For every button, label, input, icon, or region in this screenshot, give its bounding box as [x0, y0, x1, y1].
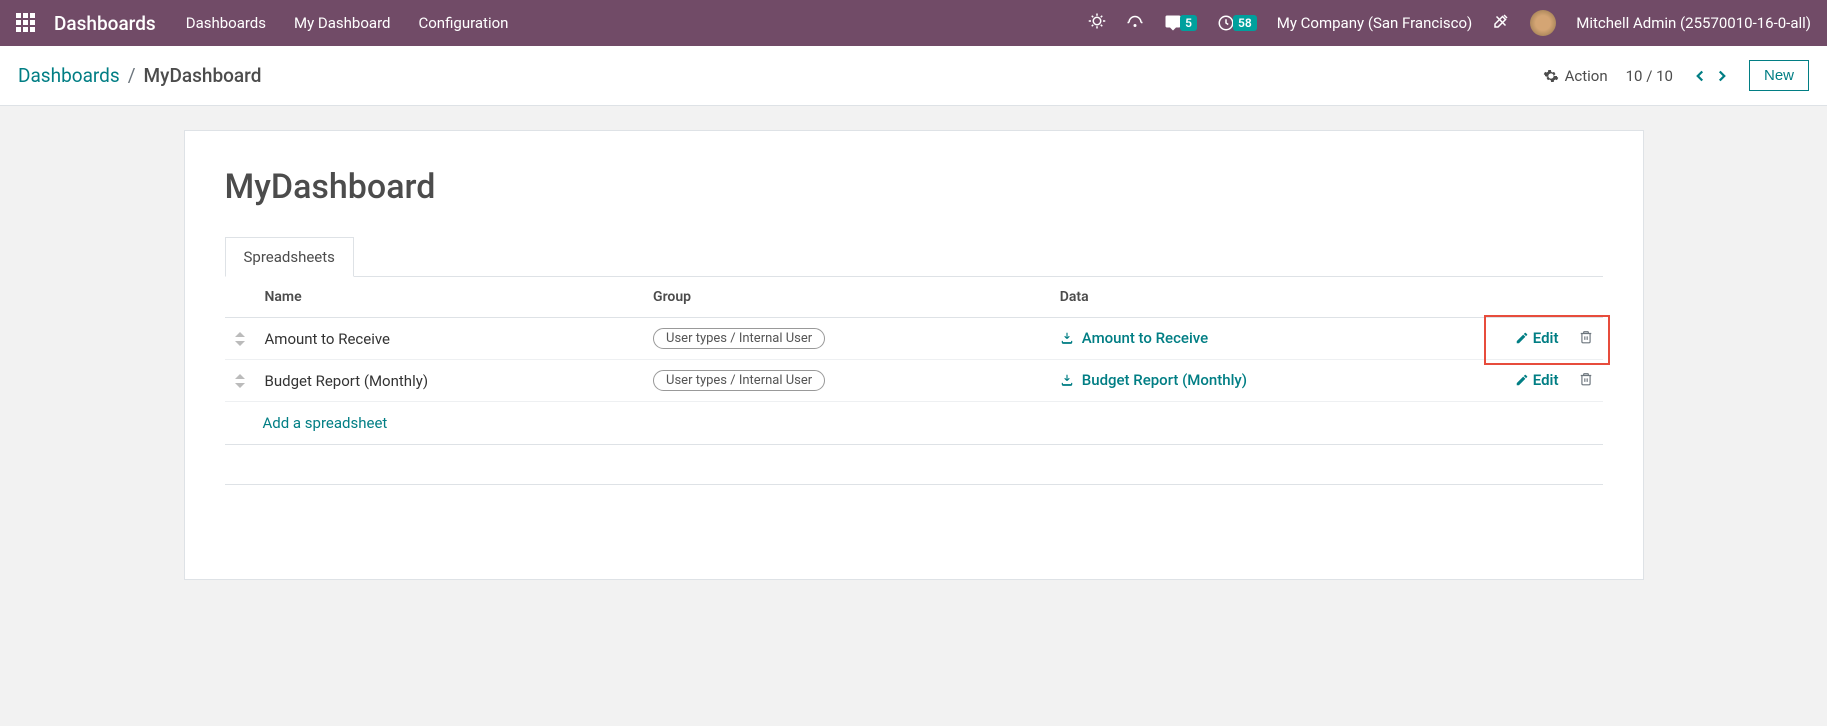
nav-link-configuration[interactable]: Configuration — [418, 14, 508, 32]
chevron-left-icon[interactable] — [1691, 67, 1709, 85]
cell-delete — [1569, 318, 1603, 360]
delete-button[interactable] — [1579, 330, 1593, 348]
new-button[interactable]: New — [1749, 60, 1809, 91]
nav-link-dashboards[interactable]: Dashboards — [186, 14, 266, 32]
support-icon[interactable] — [1126, 12, 1144, 34]
messages-button[interactable]: 5 — [1164, 14, 1197, 32]
control-panel: Dashboards / MyDashboard Action 10 / 10 … — [0, 46, 1827, 106]
cell-data: Budget Report (Monthly) — [1050, 360, 1489, 402]
sheet-background: MyDashboard Spreadsheets Name Group Data — [0, 106, 1827, 726]
data-download-link[interactable]: Budget Report (Monthly) — [1060, 371, 1247, 389]
edit-button[interactable]: Edit — [1515, 329, 1559, 347]
pager[interactable]: 10 / 10 — [1626, 67, 1673, 85]
cell-edit: Edit — [1489, 360, 1569, 402]
chevron-right-icon[interactable] — [1713, 67, 1731, 85]
activities-button[interactable]: 58 — [1217, 14, 1257, 32]
cell-name: Budget Report (Monthly) — [255, 360, 644, 402]
spacer-row — [225, 445, 1603, 485]
avatar[interactable] — [1530, 10, 1556, 36]
add-spreadsheet-link[interactable]: Add a spreadsheet — [225, 402, 1603, 444]
breadcrumb-root[interactable]: Dashboards — [18, 64, 120, 87]
pencil-icon — [1515, 373, 1529, 387]
col-name: Name — [255, 277, 644, 318]
col-edit — [1489, 277, 1569, 318]
download-icon — [1060, 373, 1074, 387]
add-row: Add a spreadsheet — [225, 402, 1603, 445]
cell-group: User types / Internal User — [643, 318, 1050, 360]
action-label: Action — [1565, 67, 1608, 85]
cell-data: Amount to Receive — [1050, 318, 1489, 360]
data-label: Budget Report (Monthly) — [1082, 371, 1247, 389]
spacer-row — [225, 485, 1603, 539]
table-row[interactable]: Amount to Receive User types / Internal … — [225, 318, 1603, 360]
data-download-link[interactable]: Amount to Receive — [1060, 329, 1208, 347]
drag-handle[interactable] — [225, 318, 255, 360]
apps-icon[interactable] — [16, 13, 36, 33]
cell-delete — [1569, 360, 1603, 402]
tab-spreadsheets[interactable]: Spreadsheets — [225, 237, 354, 277]
breadcrumb-current: MyDashboard — [144, 64, 262, 87]
activities-badge: 58 — [1233, 15, 1257, 31]
col-group: Group — [643, 277, 1050, 318]
spreadsheets-table: Name Group Data Amount to Receive User t… — [225, 277, 1603, 539]
delete-button[interactable] — [1579, 372, 1593, 390]
edit-button[interactable]: Edit — [1515, 371, 1559, 389]
data-label: Amount to Receive — [1082, 329, 1208, 347]
nav-link-my-dashboard[interactable]: My Dashboard — [294, 14, 390, 32]
breadcrumb: Dashboards / MyDashboard — [18, 64, 261, 87]
bug-icon[interactable] — [1088, 12, 1106, 34]
col-data: Data — [1050, 277, 1489, 318]
nav-links: Dashboards My Dashboard Configuration — [186, 14, 509, 32]
tabs: Spreadsheets — [225, 237, 1603, 277]
cell-group: User types / Internal User — [643, 360, 1050, 402]
tools-icon[interactable] — [1492, 12, 1510, 34]
table-row[interactable]: Budget Report (Monthly) User types / Int… — [225, 360, 1603, 402]
app-brand: Dashboards — [54, 12, 156, 35]
group-tag[interactable]: User types / Internal User — [653, 328, 825, 349]
trash-icon — [1579, 330, 1593, 344]
page-title: MyDashboard — [225, 167, 1603, 207]
col-trash — [1569, 277, 1603, 318]
control-panel-right: Action 10 / 10 New — [1543, 60, 1809, 91]
download-icon — [1060, 331, 1074, 345]
top-nav: Dashboards Dashboards My Dashboard Confi… — [0, 0, 1827, 46]
col-handle — [225, 277, 255, 318]
gear-icon — [1543, 68, 1559, 84]
cell-name: Amount to Receive — [255, 318, 644, 360]
group-tag[interactable]: User types / Internal User — [653, 370, 825, 391]
messages-badge: 5 — [1180, 15, 1197, 31]
cell-edit: Edit — [1489, 318, 1569, 360]
form-sheet: MyDashboard Spreadsheets Name Group Data — [184, 130, 1644, 580]
pager-nav — [1691, 67, 1731, 85]
trash-icon — [1579, 372, 1593, 386]
company-selector[interactable]: My Company (San Francisco) — [1277, 14, 1472, 32]
edit-label: Edit — [1533, 329, 1559, 347]
pencil-icon — [1515, 331, 1529, 345]
user-menu[interactable]: Mitchell Admin (25570010-16-0-all) — [1576, 14, 1811, 32]
nav-right: 5 58 My Company (San Francisco) Mitchell… — [1088, 10, 1811, 36]
action-button[interactable]: Action — [1543, 67, 1608, 85]
breadcrumb-separator: / — [128, 64, 136, 87]
edit-label: Edit — [1533, 371, 1559, 389]
drag-handle[interactable] — [225, 360, 255, 402]
